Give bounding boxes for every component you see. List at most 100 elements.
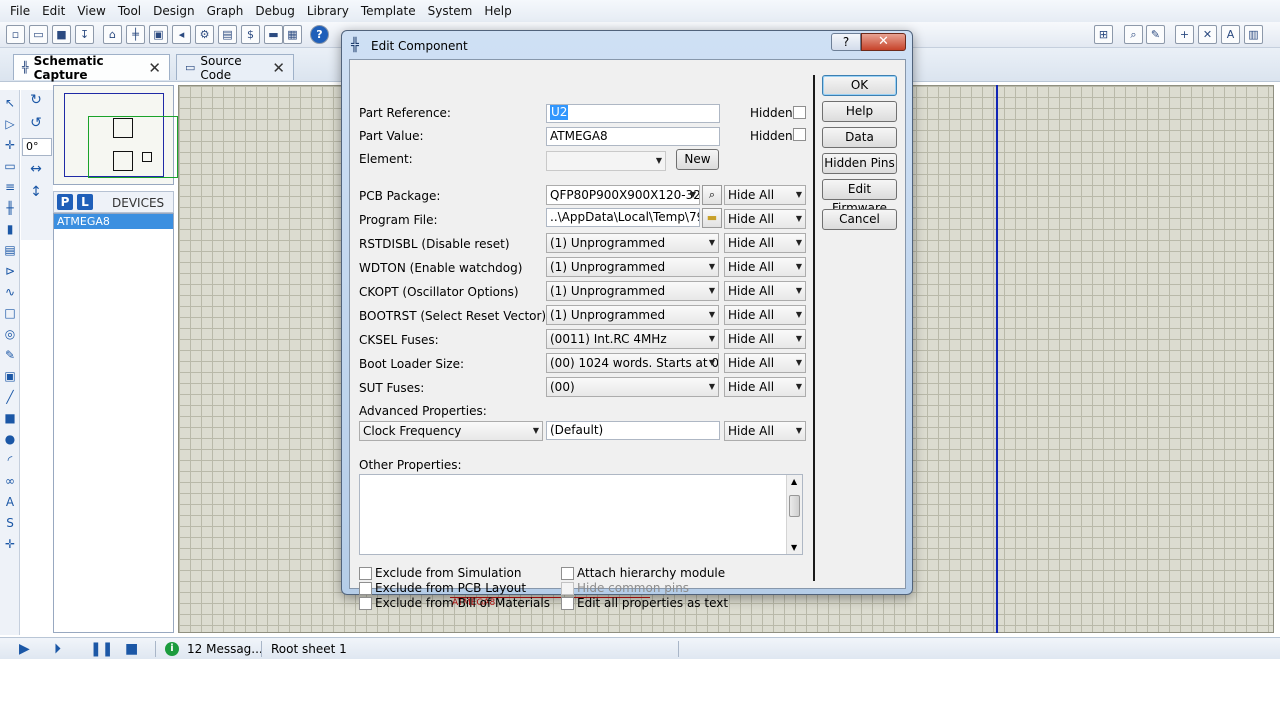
path-icon[interactable]: ∞ xyxy=(2,473,18,489)
library-manager-button[interactable]: L xyxy=(77,194,93,210)
bootrst-hide-select[interactable]: Hide All ▼ xyxy=(724,305,806,325)
schematic-icon[interactable]: ╪ xyxy=(126,25,145,44)
save-icon[interactable]: ■ xyxy=(52,25,71,44)
exclude-pcb-checkbox[interactable] xyxy=(359,582,372,595)
box-icon[interactable]: ■ xyxy=(2,410,18,426)
graph-icon[interactable]: ∿ xyxy=(2,284,18,300)
text-script-icon[interactable]: ≡ xyxy=(2,179,18,195)
scrollbar-thumb[interactable] xyxy=(789,495,800,517)
program-file-input[interactable]: ..\AppData\Local\Temp\791b: xyxy=(546,208,700,227)
part-reference-input[interactable]: U2 xyxy=(546,104,720,123)
back-icon[interactable]: ◂ xyxy=(172,25,191,44)
menu-view[interactable]: View xyxy=(71,4,111,18)
menu-library[interactable]: Library xyxy=(301,4,355,18)
exclude-simulation-checkbox[interactable] xyxy=(359,567,372,580)
pick-devices-button[interactable]: P xyxy=(57,194,73,210)
pcb-package-hide-select[interactable]: Hide All ▼ xyxy=(724,185,806,205)
add-sheet-icon[interactable]: + xyxy=(1175,25,1194,44)
tab-source-code[interactable]: ▭ Source Code ✕ xyxy=(176,54,294,82)
rotate-cw-icon[interactable]: ↻ xyxy=(21,90,51,110)
menu-tool[interactable]: Tool xyxy=(112,4,147,18)
advanced-value-input[interactable]: (Default) xyxy=(546,421,720,440)
menu-edit[interactable]: Edit xyxy=(36,4,71,18)
text-icon[interactable]: A xyxy=(2,494,18,510)
import-icon[interactable]: ↧ xyxy=(75,25,94,44)
pcb-package-select[interactable]: QFP80P900X900X120-32 ▼ xyxy=(546,185,700,205)
dollar-icon[interactable]: $ xyxy=(241,25,260,44)
menu-debug[interactable]: Debug xyxy=(249,4,300,18)
component-icon[interactable]: ⚙ xyxy=(195,25,214,44)
cksel-hide-select[interactable]: Hide All ▼ xyxy=(724,329,806,349)
home-icon[interactable]: ⌂ xyxy=(103,25,122,44)
binoculars-icon[interactable]: ⌕ xyxy=(702,185,722,205)
menu-help[interactable]: Help xyxy=(478,4,517,18)
generator-icon[interactable]: ◎ xyxy=(2,326,18,342)
menu-graph[interactable]: Graph xyxy=(201,4,250,18)
edit-all-text-checkbox[interactable] xyxy=(561,597,574,610)
design-explorer-icon[interactable]: ⊞ xyxy=(1094,25,1113,44)
wire-label-icon[interactable]: ▭ xyxy=(2,158,18,174)
chevron-up-icon[interactable]: ▲ xyxy=(791,477,797,486)
advanced-property-select[interactable]: Clock Frequency ▼ xyxy=(359,421,543,441)
chip-icon[interactable]: ▣ xyxy=(149,25,168,44)
chevron-down-icon[interactable]: ▼ xyxy=(791,543,797,552)
annotate-icon[interactable]: A xyxy=(1221,25,1240,44)
part-reference-hidden-checkbox[interactable] xyxy=(793,106,806,119)
folder-icon[interactable]: ▬ xyxy=(702,208,722,228)
document-icon[interactable]: ▦ xyxy=(283,25,302,44)
part-value-hidden-checkbox[interactable] xyxy=(793,128,806,141)
vertical-scrollbar[interactable]: ▲ ▼ xyxy=(786,475,802,554)
rstdisbl-hide-select[interactable]: Hide All ▼ xyxy=(724,233,806,253)
mirror-vertical-icon[interactable]: ↕ xyxy=(21,182,51,202)
open-folder-icon[interactable]: ▭ xyxy=(29,25,48,44)
pin-icon[interactable]: ⊳ xyxy=(2,263,18,279)
wdton-hide-select[interactable]: Hide All ▼ xyxy=(724,257,806,277)
mirror-horizontal-icon[interactable]: ↔ xyxy=(21,159,51,179)
part-value-input[interactable]: ATMEGA8 xyxy=(546,127,720,146)
sut-fuses-select[interactable]: (00) ▼ xyxy=(546,377,719,397)
element-select[interactable]: ▼ xyxy=(546,151,666,171)
bus-icon[interactable]: ╫ xyxy=(2,200,18,216)
overview-window[interactable] xyxy=(53,85,178,185)
line-icon[interactable]: ╱ xyxy=(2,389,18,405)
remove-sheet-icon[interactable]: ✕ xyxy=(1198,25,1217,44)
menu-design[interactable]: Design xyxy=(147,4,200,18)
property-tool-icon[interactable]: ✎ xyxy=(1146,25,1165,44)
exclude-bom-checkbox[interactable] xyxy=(359,597,372,610)
bom-icon[interactable]: ▤ xyxy=(218,25,237,44)
play-icon[interactable]: ▶ xyxy=(19,641,30,657)
list-item[interactable]: ATMEGA8 xyxy=(54,214,173,229)
step-icon[interactable]: ⏵ xyxy=(54,641,61,657)
new-element-button[interactable]: New xyxy=(676,149,719,170)
edit-firmware-button[interactable]: Edit Firmware xyxy=(822,179,897,215)
help-button[interactable]: ? xyxy=(831,33,861,51)
message-count[interactable]: 12 Messag... xyxy=(187,642,263,656)
terminal-icon[interactable]: ▤ xyxy=(2,242,18,258)
attach-hierarchy-checkbox[interactable] xyxy=(561,567,574,580)
marker-icon[interactable]: ✛ xyxy=(2,536,18,552)
sut-fuses-hide-select[interactable]: Hide All ▼ xyxy=(724,377,806,397)
boot-loader-size-select[interactable]: (00) 1024 words. Starts at 0x0C(▼ xyxy=(546,353,719,373)
boot-loader-hide-select[interactable]: Hide All ▼ xyxy=(724,353,806,373)
close-icon[interactable]: ✕ xyxy=(148,59,161,77)
find-icon[interactable]: ⌕ xyxy=(1124,25,1143,44)
ckopt-hide-select[interactable]: Hide All ▼ xyxy=(724,281,806,301)
hidden-pins-button[interactable]: Hidden Pins xyxy=(822,153,897,174)
tape-icon[interactable]: □ xyxy=(2,305,18,321)
data-button[interactable]: Data xyxy=(822,127,897,148)
netlist-icon[interactable]: ▥ xyxy=(1244,25,1263,44)
bootrst-select[interactable]: (1) Unprogrammed ▼ xyxy=(546,305,719,325)
rotation-angle-field[interactable]: 0° xyxy=(22,138,52,156)
close-button[interactable]: ✕ xyxy=(861,33,906,51)
component-mode-icon[interactable]: ▷ xyxy=(2,116,18,132)
probe-icon[interactable]: ✎ xyxy=(2,347,18,363)
help-icon[interactable]: ? xyxy=(310,25,329,44)
menu-system[interactable]: System xyxy=(422,4,479,18)
arc-icon[interactable]: ◜ xyxy=(2,452,18,468)
help-button[interactable]: Help xyxy=(822,101,897,122)
selection-mode-icon[interactable]: ↖ xyxy=(2,95,18,111)
memory-icon[interactable]: ▬ xyxy=(264,25,283,44)
cksel-select[interactable]: (0011) Int.RC 4MHz ▼ xyxy=(546,329,719,349)
pause-icon[interactable]: ❚❚ xyxy=(90,641,113,657)
close-icon[interactable]: ✕ xyxy=(272,59,285,77)
